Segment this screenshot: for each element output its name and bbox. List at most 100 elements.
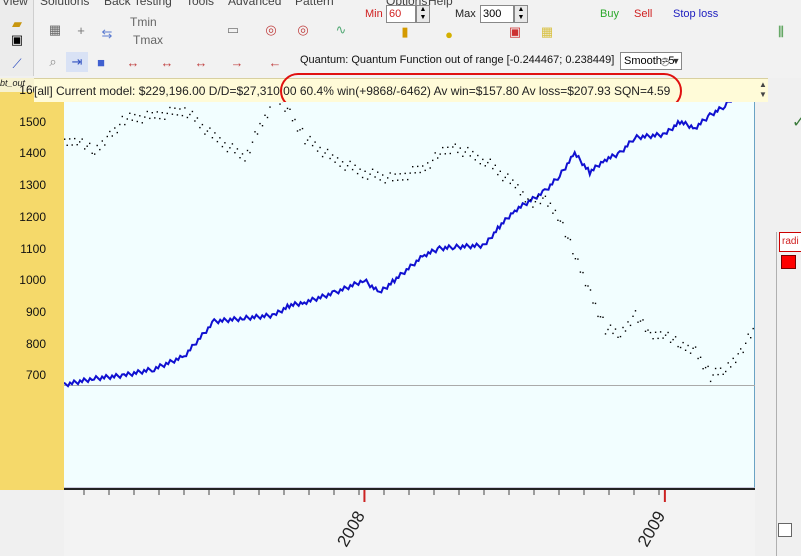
price-dot <box>171 113 174 115</box>
option-checkbox[interactable] <box>778 523 792 537</box>
max-input[interactable]: 300 <box>480 5 514 23</box>
menu-pattern[interactable]: Pattern <box>295 0 334 8</box>
color-swatch-icon[interactable]: ■ <box>90 52 112 72</box>
price-dot <box>619 335 622 338</box>
price-dot <box>514 186 517 189</box>
grid-yellow-icon[interactable]: ▦ <box>536 22 558 42</box>
price-dot <box>81 138 83 140</box>
price-dot <box>116 131 118 134</box>
menu-advanced[interactable]: Advanced <box>228 0 281 8</box>
price-dot <box>442 146 444 149</box>
menu-help[interactable]: Help <box>428 0 453 8</box>
candlestick-icon[interactable]: ⫼ <box>770 22 792 42</box>
max-spinner[interactable]: ▲ ▼ <box>514 5 528 23</box>
expand-width-icon[interactable]: ↔ <box>122 52 144 72</box>
price-dot <box>577 258 579 260</box>
collapse-arrows-icon[interactable]: ↔ <box>190 52 212 72</box>
arrows-icon[interactable]: ⇆ <box>96 24 118 44</box>
price-dot <box>725 370 727 373</box>
price-dot <box>745 342 747 344</box>
menu-view[interactable]: View <box>2 0 28 8</box>
price-dot <box>294 118 296 121</box>
price-dot <box>584 284 587 287</box>
price-dot <box>707 365 709 368</box>
min-input[interactable]: 60 <box>386 5 416 23</box>
price-dot <box>722 373 724 375</box>
chart-plot-area[interactable] <box>63 73 756 488</box>
price-dot <box>144 116 146 118</box>
app-logo-icon: ✓ <box>792 114 801 131</box>
price-dot <box>562 221 564 224</box>
sell-button[interactable]: Sell <box>634 8 652 20</box>
menu-tools[interactable]: Tools <box>186 0 214 8</box>
price-dot <box>679 346 682 349</box>
price-dot <box>482 158 484 161</box>
price-dot <box>439 153 441 155</box>
save-icon[interactable]: ▣ <box>7 30 27 50</box>
price-dot <box>719 367 722 369</box>
arrow-right-icon[interactable]: → <box>226 52 248 72</box>
stop-loss-button[interactable]: Stop loss <box>673 8 718 20</box>
price-dot <box>99 148 101 151</box>
price-dot <box>306 139 309 141</box>
price-dot <box>94 153 96 155</box>
min-spinner[interactable]: ▲ ▼ <box>416 5 430 23</box>
arrow-right-box-icon[interactable]: ⇥ <box>66 52 88 72</box>
price-dot <box>296 130 299 132</box>
price-dot <box>394 173 396 175</box>
price-dot <box>164 118 166 120</box>
buy-button[interactable]: Buy <box>600 8 619 20</box>
price-dot <box>209 127 211 129</box>
lock-icon[interactable]: ⊘ <box>654 52 676 72</box>
draw-line-icon[interactable]: ⟋ <box>7 54 27 74</box>
x-tick-label: 2009 <box>634 508 669 550</box>
price-dot <box>169 106 171 109</box>
price-dot <box>492 167 494 170</box>
price-dot <box>311 144 314 147</box>
price-dot <box>627 321 629 323</box>
price-dot <box>214 132 216 134</box>
price-dot <box>522 191 524 193</box>
target-icon[interactable]: ◎ <box>260 20 282 40</box>
bars-icon[interactable]: ▮ <box>394 22 416 42</box>
price-dot <box>752 327 754 330</box>
expand-arrows-icon[interactable]: ↔ <box>156 52 178 72</box>
price-dot <box>314 141 316 143</box>
price-dot <box>351 168 354 171</box>
doc-red-icon[interactable]: ▣ <box>504 22 526 42</box>
price-dot <box>359 168 361 170</box>
arrow-left-icon[interactable]: ← <box>264 52 286 72</box>
price-dot <box>587 285 589 287</box>
price-dot <box>224 142 226 144</box>
price-dot <box>216 140 219 143</box>
series-color-swatch[interactable] <box>781 255 796 269</box>
price-dot <box>402 179 404 181</box>
price-dot <box>334 161 336 163</box>
zoom-icon[interactable]: ⌕ <box>42 52 64 72</box>
price-dot <box>339 165 341 167</box>
curve-icon[interactable]: ∿ <box>330 20 352 40</box>
add-icon[interactable]: + <box>70 20 92 40</box>
spiral-icon[interactable]: ◎ <box>292 20 314 40</box>
price-dot <box>266 116 269 119</box>
menu-back-testing[interactable]: Back Testing <box>104 0 172 8</box>
price-dot <box>574 258 577 260</box>
max-label: Max <box>455 8 476 20</box>
menu-solutions[interactable]: Solutions <box>40 0 89 8</box>
price-dot <box>654 331 657 333</box>
price-dot <box>502 179 504 182</box>
price-dot <box>299 129 301 131</box>
price-dot <box>714 367 717 370</box>
price-dot <box>674 336 677 338</box>
price-dot <box>366 178 369 180</box>
calendar-icon[interactable]: ▭ <box>222 20 244 40</box>
grid-icon[interactable]: ▦ <box>44 20 66 40</box>
price-dot <box>589 289 592 291</box>
price-dot <box>494 164 496 166</box>
y-tick-label: 1200 <box>19 209 46 224</box>
price-dot <box>567 237 569 239</box>
bulb-icon[interactable]: ● <box>438 24 460 44</box>
price-dot <box>649 331 652 334</box>
price-dot <box>146 110 148 113</box>
price-dot <box>324 152 326 154</box>
